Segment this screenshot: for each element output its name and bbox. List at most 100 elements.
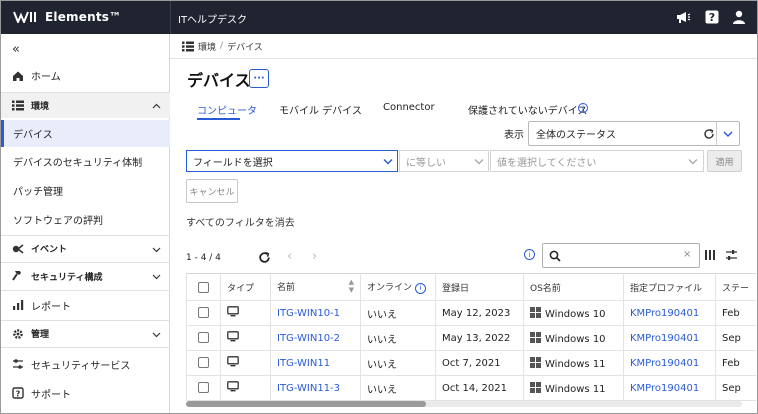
device-name-link[interactable]: ITG-WIN10-1: [270, 300, 361, 326]
select-all-checkbox-cell[interactable]: [186, 273, 221, 301]
os-name: Windows 10: [545, 333, 606, 345]
col-header-registered[interactable]: 登録日: [435, 273, 524, 301]
apply-filter-button[interactable]: 適用: [707, 150, 742, 172]
clear-all-filters-link[interactable]: すべてのフィルタを消去: [186, 214, 295, 229]
tab-unprotected-devices[interactable]: 保護されていないデバイス: [468, 102, 587, 117]
search-info-icon[interactable]: i: [524, 249, 535, 260]
settings-sliders-icon[interactable]: [725, 249, 738, 261]
refresh-icon[interactable]: [703, 128, 715, 140]
refresh-icon[interactable]: [258, 251, 271, 264]
sidebar-item-device-security[interactable]: デバイスのセキュリティ体制: [1, 148, 170, 175]
view-select[interactable]: 全体のステータス: [528, 121, 740, 146]
computer-icon: [227, 381, 239, 395]
row-checkbox[interactable]: [198, 332, 209, 344]
table-row[interactable]: ITG-WIN11-3 いいえ Oct 14, 2021 Windows 11 KMPr…: [186, 375, 756, 401]
scrollbar-thumb[interactable]: [186, 401, 426, 407]
filter-value-placeholder: 値を選択してください: [497, 157, 597, 169]
sidebar-item-security-services[interactable]: セキュリティサービス: [1, 351, 170, 377]
row-checkbox-cell[interactable]: [186, 300, 221, 326]
col-header-os[interactable]: OS名前: [523, 273, 624, 301]
filter-field-select[interactable]: フィールドを選択: [186, 150, 398, 172]
table-row[interactable]: ITG-WIN10-2 いいえ May 13, 2022 Windows 10 KMPr…: [186, 325, 756, 351]
row-checkbox[interactable]: [198, 357, 209, 369]
sidebar-divider: [1, 290, 170, 291]
sidebar-section-events[interactable]: イベント: [1, 236, 170, 261]
more-actions-button[interactable]: ···: [249, 69, 269, 88]
help-icon[interactable]: ?: [704, 9, 720, 25]
computer-icon: [227, 331, 239, 345]
filter-value-select[interactable]: 値を選択してください: [490, 150, 704, 172]
windows-icon: [530, 306, 545, 320]
columns-icon[interactable]: [704, 249, 716, 261]
sidebar-item-support[interactable]: ? サポート: [1, 380, 170, 406]
table-row[interactable]: ITG-WIN10-1 いいえ May 12, 2023 Windows 10 KMPr…: [186, 300, 756, 326]
profile-link[interactable]: KMPro190401: [623, 350, 716, 376]
col-header-type[interactable]: タイプ: [220, 273, 271, 301]
sidebar-item-patch-management[interactable]: パッチ管理: [1, 177, 170, 204]
brand-logo[interactable]: Elements™: [13, 10, 121, 24]
next-page-button[interactable]: ›: [312, 249, 317, 264]
brand-name: Elements™: [45, 10, 122, 24]
sidebar-item-home[interactable]: ホーム: [1, 62, 170, 89]
sidebar-item-label: 管理: [31, 330, 50, 340]
device-name-link[interactable]: ITG-WIN10-2: [270, 325, 361, 351]
col-header-profile[interactable]: 指定プロファイル: [623, 273, 716, 301]
registered-date-cell: May 13, 2022: [435, 325, 524, 351]
online-cell: いいえ: [360, 350, 436, 376]
info-icon[interactable]: i: [578, 103, 588, 113]
device-name-link[interactable]: ITG-WIN11: [270, 350, 361, 376]
device-name-link[interactable]: ITG-WIN11-3: [270, 375, 361, 401]
row-checkbox[interactable]: [198, 382, 209, 394]
user-icon[interactable]: [731, 9, 747, 25]
filter-operator-select[interactable]: に等しい: [399, 150, 489, 172]
select-all-checkbox[interactable]: [198, 281, 209, 293]
profile-link[interactable]: KMPro190401: [623, 325, 716, 351]
devices-table: タイプ 名前 ▲ ▼ オンライン i 登録日 OS名前 指定プロファイル ステー I…: [186, 273, 756, 401]
col-header-status[interactable]: ステー: [715, 273, 756, 301]
sidebar-item-label: セキュリティ構成: [31, 272, 103, 283]
table-row[interactable]: ITG-WIN11 いいえ Oct 7, 2021 Windows 11 KMPro19…: [186, 350, 756, 376]
select-divider: [716, 122, 717, 145]
view-select-value: 全体のステータス: [536, 130, 616, 141]
row-checkbox[interactable]: [198, 307, 209, 319]
tab-connector[interactable]: Connector: [383, 102, 435, 113]
sidebar-item-label: パッチ管理: [13, 187, 63, 198]
profile-link[interactable]: KMPro190401: [623, 375, 716, 401]
row-checkbox-cell[interactable]: [186, 325, 221, 351]
sidebar-section-admin[interactable]: 管理: [1, 321, 170, 346]
svg-text:?: ?: [16, 389, 21, 398]
status-cell: Sep: [715, 325, 756, 351]
row-checkbox-cell[interactable]: [186, 350, 221, 376]
logo-mark-icon: [13, 11, 36, 23]
sidebar-item-devices[interactable]: デバイス: [1, 120, 170, 147]
top-bar: Elements™ ITヘルプデスク ?: [1, 1, 757, 34]
breadcrumb-environment[interactable]: 環境: [198, 40, 216, 53]
prev-page-button[interactable]: ‹: [287, 249, 292, 264]
windows-icon: [530, 356, 545, 370]
cancel-filter-button[interactable]: キャンセル: [186, 179, 238, 203]
sidebar-item-reports[interactable]: レポート: [1, 292, 170, 318]
horizontal-scrollbar[interactable]: [186, 401, 742, 407]
row-checkbox-cell[interactable]: [186, 375, 221, 401]
chevron-down-icon: [152, 247, 161, 252]
col-header-name[interactable]: 名前 ▲ ▼: [270, 273, 361, 301]
computer-icon: [227, 356, 239, 370]
online-info-icon[interactable]: i: [414, 283, 426, 294]
clear-search-button[interactable]: ×: [683, 249, 691, 260]
tab-computers[interactable]: コンピュータ: [197, 102, 257, 117]
chevron-down-icon: [383, 158, 393, 165]
search-input[interactable]: ×: [542, 243, 700, 268]
sidebar-item-software-reputation[interactable]: ソフトウェアの評判: [1, 206, 170, 233]
chevron-down-icon: [474, 159, 484, 165]
collapse-sidebar-button[interactable]: «: [1, 38, 170, 60]
gear-icon: [12, 328, 24, 340]
megaphone-icon[interactable]: [675, 9, 691, 25]
sidebar-section-environment[interactable]: 環境: [1, 93, 170, 118]
sidebar-section-security-config[interactable]: セキュリティ構成: [1, 263, 170, 289]
sidebar-item-label: デバイス: [13, 130, 53, 141]
os-name: Windows 10: [545, 308, 606, 320]
col-header-online[interactable]: オンライン i: [360, 273, 436, 301]
tab-mobile-devices[interactable]: モバイル デバイス: [279, 102, 362, 117]
profile-link[interactable]: KMPro190401: [623, 300, 716, 326]
sort-icon[interactable]: ▲ ▼: [349, 278, 354, 294]
